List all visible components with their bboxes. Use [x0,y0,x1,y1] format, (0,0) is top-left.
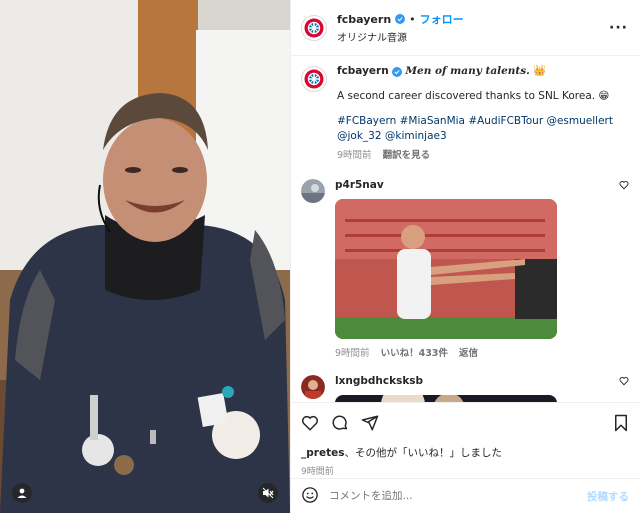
mute-button[interactable] [258,483,278,503]
fcbayern-logo-icon [304,69,324,89]
bookmark-icon [615,414,627,431]
heart-icon [619,181,629,190]
caption-time: 9時間前 [337,150,372,161]
audio-label[interactable]: オリジナル音源 [337,29,609,44]
caption-username[interactable]: fcbayern [337,65,389,77]
more-options-button[interactable]: ··· [609,20,628,36]
likes-user[interactable]: _pretes [301,447,344,459]
comments-list[interactable]: fcbayern Men of many talents. 👑 A second… [291,56,640,402]
post-actions: _pretes、その他が「いいね！」しました 9時間前 [291,402,640,482]
post-time[interactable]: 9時間前 [301,464,629,477]
header-username[interactable]: fcbayern [337,13,391,26]
caption-hashtags[interactable]: #FCBayern #MiaSanMia #AudiFCBTour @esmue… [337,114,629,144]
crown-emoji: 👑 [533,65,547,77]
comment-like-button[interactable] [619,375,629,389]
comment-time: 9時間前 [335,348,370,359]
comment-button[interactable] [331,414,349,435]
save-button[interactable] [613,414,629,435]
user-icon [17,488,27,498]
video-frame [0,0,290,513]
comment-item: p4r5nav 9時間前 いいね！433件 返信 [291,179,640,359]
share-icon [361,415,379,430]
post-sidebar: fcbayern • フォロー オリジナル音源 ··· fcbayern Men… [290,0,640,513]
comment-input[interactable] [329,490,587,502]
heart-icon [301,415,319,431]
heart-icon [619,377,629,386]
caption-line: A second career discovered thanks to SNL… [337,90,610,102]
caption-avatar[interactable] [301,66,327,92]
likes-summary[interactable]: _pretes、その他が「いいね！」しました [301,445,629,460]
post-header: fcbayern • フォロー オリジナル音源 ··· [291,0,640,56]
reply-button[interactable]: 返信 [459,348,478,359]
comment-avatar[interactable] [301,179,325,203]
post-comment-button[interactable]: 投稿する [587,489,629,504]
verified-badge-icon [392,67,403,77]
comment-likes[interactable]: いいね！433件 [381,348,448,359]
translate-button[interactable]: 翻訳を見る [383,150,431,161]
video-tagged-user-button[interactable] [12,483,32,503]
comment-gif[interactable] [335,395,557,402]
follow-button[interactable]: フォロー [420,11,464,27]
post-video[interactable] [0,0,290,513]
add-comment-bar: 投稿する [291,478,640,513]
post-caption: fcbayern Men of many talents. 👑 A second… [291,56,640,163]
emoji-button[interactable] [301,486,319,507]
share-button[interactable] [361,414,379,435]
emoji-icon [302,486,318,503]
comment-item: lxngbdhcksksb [291,375,640,402]
fcbayern-logo-icon [304,18,324,37]
fcbayern-avatar[interactable] [301,14,327,41]
comment-gif[interactable] [335,199,557,339]
comment-icon [332,415,348,430]
header-separator: • [409,12,416,26]
mute-icon [262,487,274,499]
caption-title: Men of many talents. [405,65,530,77]
comment-username[interactable]: p4r5nav [335,179,605,191]
likes-rest: 、その他が「いいね！」しました [344,447,502,459]
comment-avatar[interactable] [301,375,325,399]
like-button[interactable] [301,414,319,435]
comment-like-button[interactable] [619,179,629,193]
comment-username[interactable]: lxngbdhcksksb [335,375,605,387]
verified-badge-icon [395,14,406,24]
